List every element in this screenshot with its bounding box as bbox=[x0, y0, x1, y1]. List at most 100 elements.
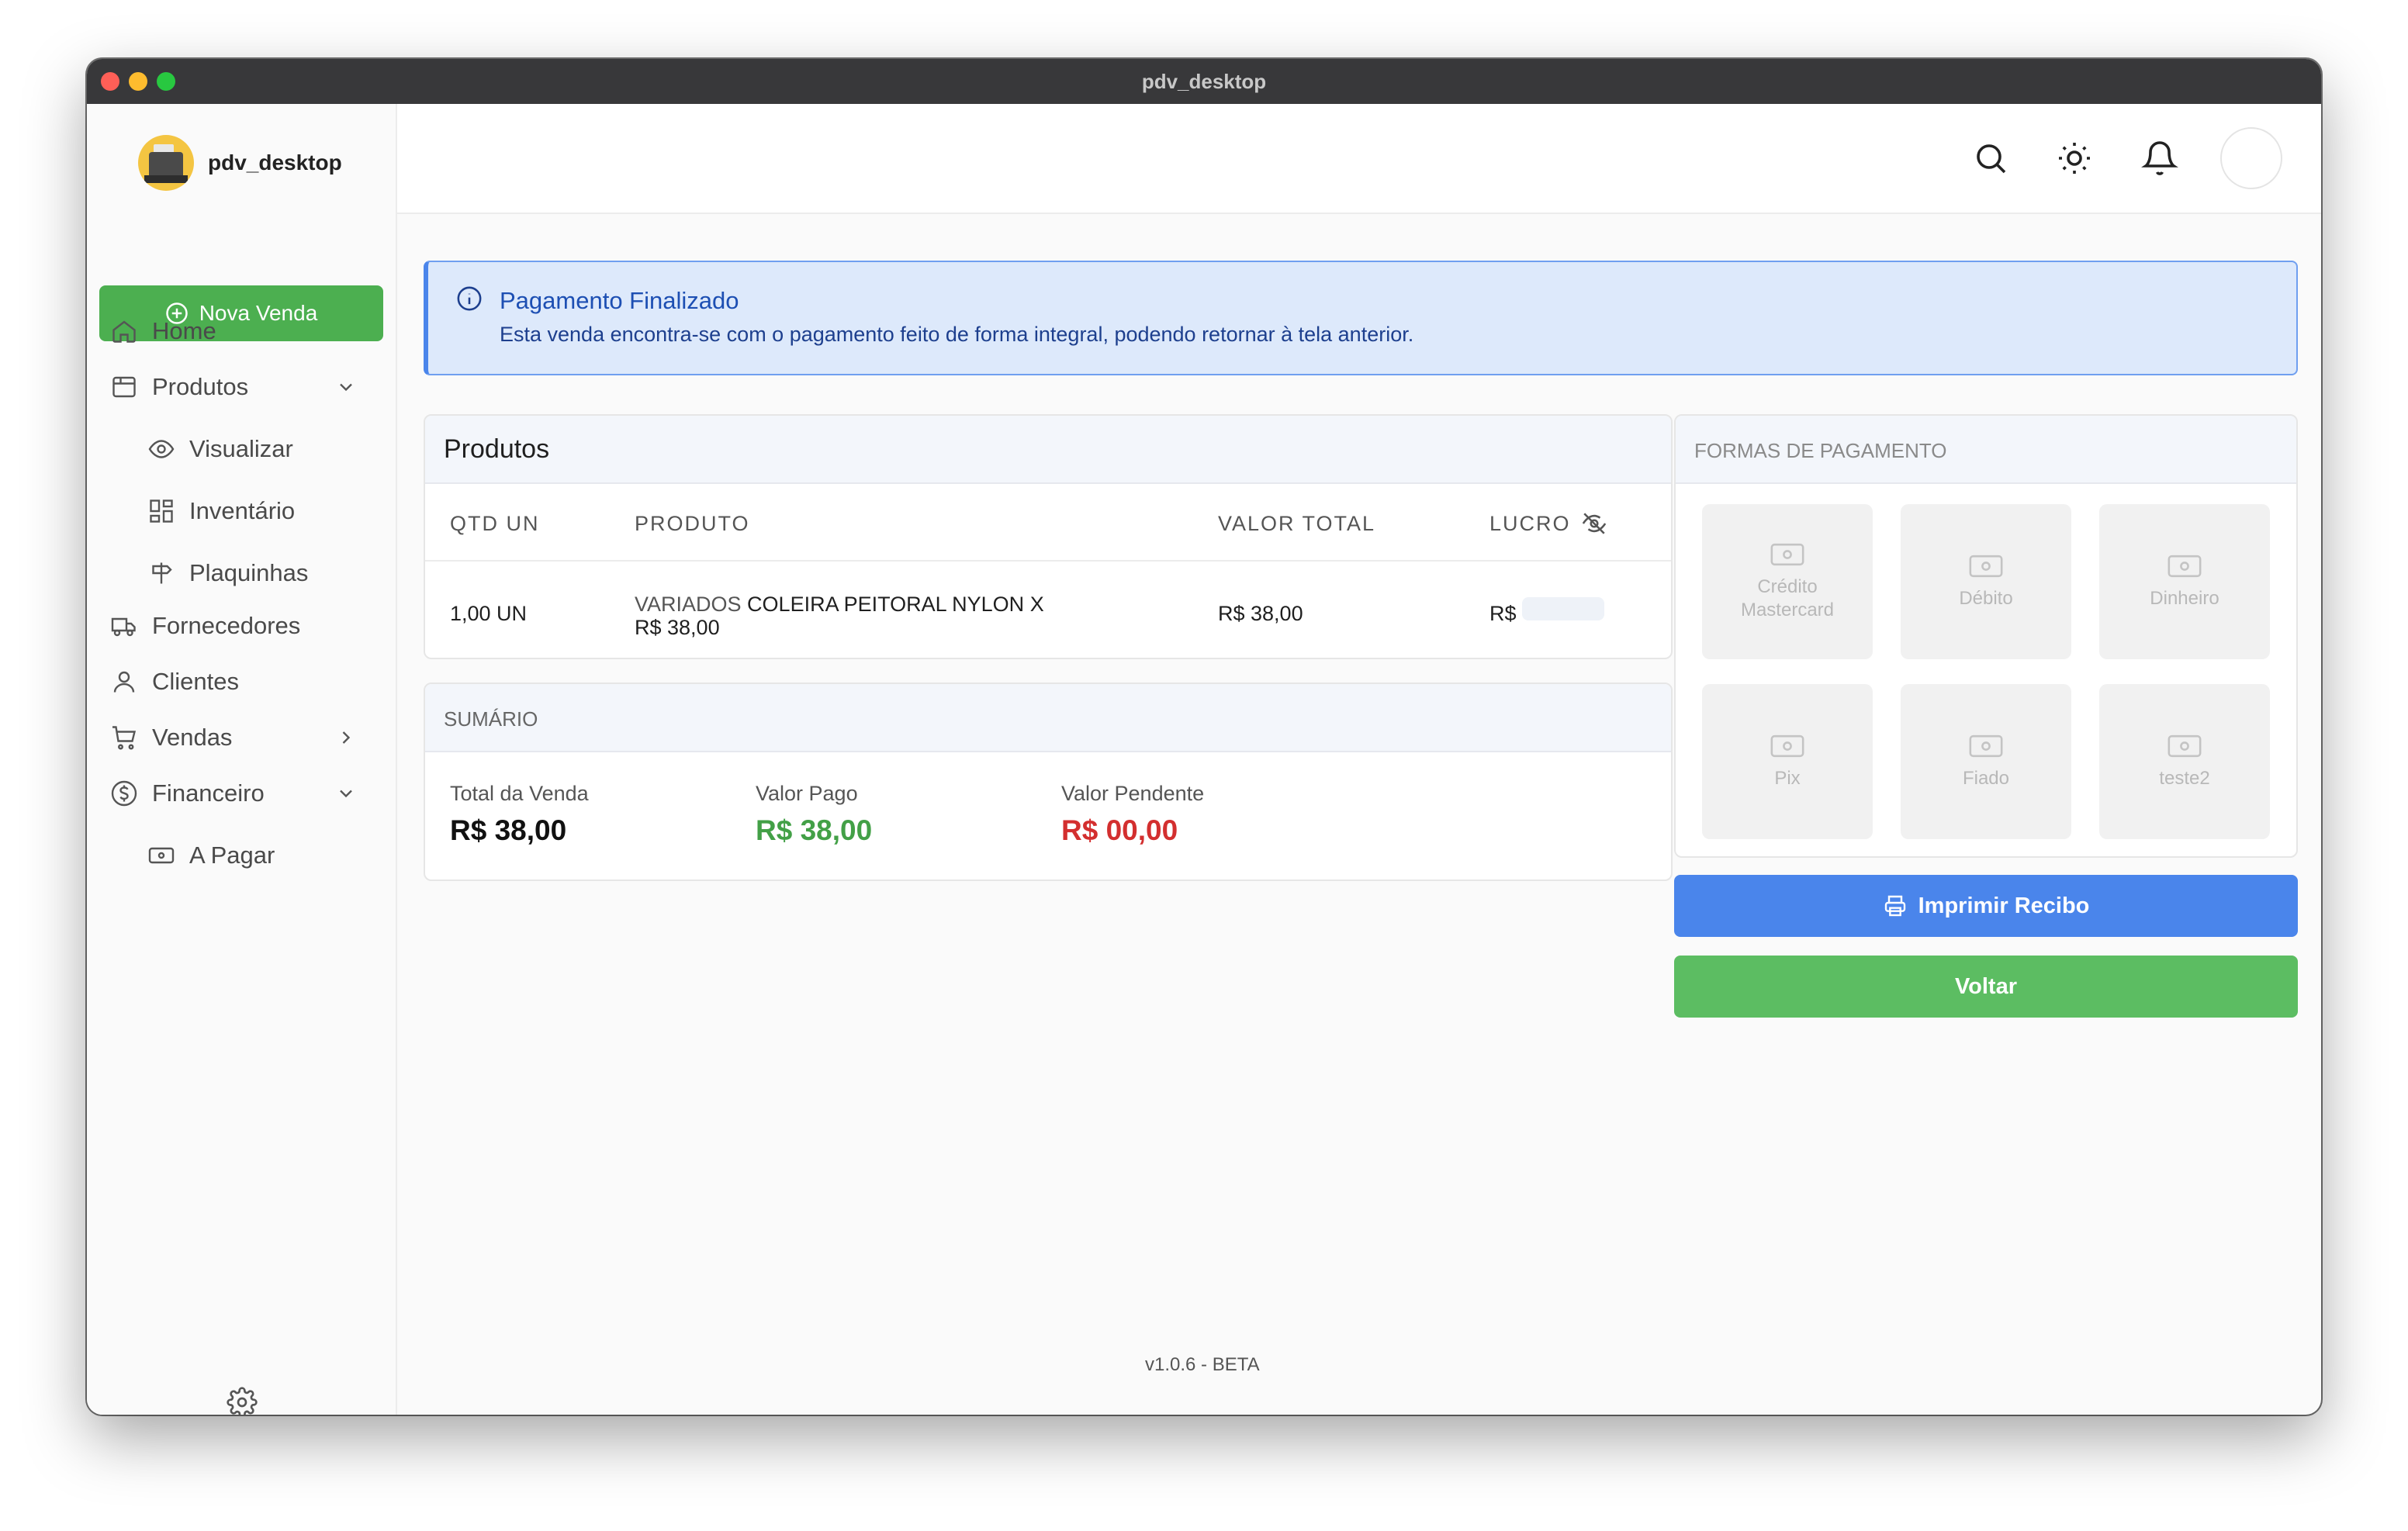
payment-method-label: teste2 bbox=[2159, 768, 2210, 789]
search-icon[interactable] bbox=[1972, 140, 2009, 177]
summary-title: SUMÁRIO bbox=[444, 707, 538, 731]
pending-label: Valor Pendente bbox=[1061, 782, 1205, 805]
column-header-qty: QTD UN bbox=[450, 512, 540, 535]
sidebar-item-label: Inventário bbox=[189, 497, 296, 524]
sidebar-item-label: Financeiro bbox=[152, 779, 265, 807]
window-title: pdv_desktop bbox=[1141, 69, 1267, 93]
hidden-profit-pill bbox=[1522, 597, 1604, 620]
total-value: R$ 38,00 bbox=[450, 814, 567, 846]
sidebar-item-label: Produtos bbox=[152, 373, 249, 400]
sidebar-item-label: Clientes bbox=[152, 668, 239, 695]
top-bar bbox=[397, 104, 2321, 214]
banknote-icon bbox=[1770, 543, 1804, 566]
chevron-down-icon[interactable] bbox=[335, 376, 357, 398]
home-icon bbox=[112, 320, 136, 343]
pending-value: R$ 00,00 bbox=[1061, 814, 1178, 846]
payment-method-label: Fiado bbox=[1962, 768, 2010, 789]
cart-icon bbox=[112, 726, 137, 750]
alert-message: Esta venda encontra-se com o pagamento f… bbox=[500, 323, 1414, 346]
row-profit-prefix: R$ bbox=[1489, 602, 1517, 625]
payment-method-debit[interactable]: Débito bbox=[1901, 504, 2071, 659]
payment-methods-card: FORMAS DE PAGAMENTO Crédito Mastercard D… bbox=[1674, 414, 2298, 858]
user-icon bbox=[113, 671, 135, 693]
new-sale-label: Nova Venda bbox=[199, 301, 318, 325]
row-product: VARIADOS COLEIRA PEITORAL NYLON X R$ 38,… bbox=[635, 593, 1069, 639]
column-header-product: PRODUTO bbox=[635, 512, 750, 535]
cash-register-logo-icon bbox=[138, 135, 194, 191]
banknote-icon bbox=[2168, 734, 2202, 758]
payment-method-label: Crédito Mastercard bbox=[1740, 576, 1835, 620]
row-qty: 1,00 UN bbox=[450, 602, 528, 625]
minimize-window-button[interactable] bbox=[129, 72, 147, 91]
summary-card: SUMÁRIO Total da Venda R$ 38,00 Valor Pa… bbox=[424, 683, 1673, 881]
payment-method-label: Débito bbox=[1959, 588, 2013, 609]
products-card: Produtos QTD UN PRODUTO VALOR TOTAL LUCR… bbox=[424, 414, 1673, 659]
sidebar-item-label: Home bbox=[152, 317, 216, 344]
package-icon bbox=[112, 376, 136, 398]
brand[interactable]: pdv_desktop bbox=[138, 135, 342, 191]
truck-icon bbox=[111, 617, 136, 637]
column-header-total: VALOR TOTAL bbox=[1218, 512, 1376, 535]
brand-name: pdv_desktop bbox=[208, 150, 342, 175]
banknote-icon bbox=[2168, 555, 2202, 578]
grid-icon bbox=[150, 499, 173, 523]
sidebar-item-label: A Pagar bbox=[189, 842, 275, 869]
eye-icon bbox=[148, 440, 175, 458]
total-label: Total da Venda bbox=[450, 782, 589, 805]
settings-gear-icon[interactable] bbox=[227, 1387, 258, 1415]
alert-title: Pagamento Finalizado bbox=[500, 287, 739, 314]
payment-method-pix[interactable]: Pix bbox=[1702, 684, 1873, 839]
banknote-icon bbox=[1770, 734, 1804, 758]
sidebar-item-fornecedores[interactable]: Fornecedores bbox=[110, 607, 300, 645]
paid-value: R$ 38,00 bbox=[756, 814, 873, 846]
row-product-name: COLEIRA PEITORAL NYLON bbox=[747, 593, 1025, 616]
paid-label: Valor Pago bbox=[756, 782, 858, 805]
payment-complete-alert: Pagamento Finalizado Esta venda encontra… bbox=[424, 261, 2298, 375]
row-product-category: VARIADOS bbox=[635, 593, 742, 616]
title-bar: pdv_desktop bbox=[87, 59, 2321, 104]
sidebar-item-vendas[interactable]: Vendas bbox=[110, 718, 232, 757]
back-label: Voltar bbox=[1954, 973, 2018, 999]
sidebar-item-label: Fornecedores bbox=[152, 612, 301, 639]
signpost-icon bbox=[152, 562, 172, 584]
printer-icon bbox=[1884, 895, 1905, 917]
sidebar: pdv_desktop Nova Venda Home Produtos Vis… bbox=[87, 104, 397, 1415]
sidebar-item-plaquinhas[interactable]: Plaquinhas bbox=[147, 554, 308, 593]
print-receipt-label: Imprimir Recibo bbox=[1918, 893, 2090, 918]
payment-method-cash[interactable]: Dinheiro bbox=[2099, 504, 2270, 659]
payment-method-label: Pix bbox=[1774, 768, 1801, 789]
sidebar-item-inventario[interactable]: Inventário bbox=[147, 492, 295, 530]
banknote-icon bbox=[1969, 734, 2003, 758]
payments-title: FORMAS DE PAGAMENTO bbox=[1694, 439, 1947, 462]
sidebar-item-home[interactable]: Home bbox=[110, 312, 216, 351]
banknote-icon bbox=[1969, 555, 2003, 578]
chevron-right-icon[interactable] bbox=[335, 727, 357, 748]
print-receipt-button[interactable]: Imprimir Recibo bbox=[1674, 875, 2298, 937]
payment-method-label: Dinheiro bbox=[2150, 588, 2219, 609]
banknote-icon bbox=[148, 847, 175, 864]
sidebar-item-label: Plaquinhas bbox=[189, 559, 309, 586]
close-window-button[interactable] bbox=[101, 72, 119, 91]
maximize-window-button[interactable] bbox=[157, 72, 175, 91]
sidebar-item-financeiro[interactable]: Financeiro bbox=[110, 774, 265, 813]
back-button[interactable]: Voltar bbox=[1674, 956, 2298, 1018]
sidebar-item-label: Visualizar bbox=[189, 435, 293, 462]
payment-method-teste2[interactable]: teste2 bbox=[2099, 684, 2270, 839]
avatar[interactable] bbox=[2220, 127, 2282, 189]
sidebar-item-clientes[interactable]: Clientes bbox=[110, 662, 239, 701]
dollar-circle-icon bbox=[111, 780, 137, 807]
eye-off-icon[interactable] bbox=[1581, 510, 1607, 537]
sidebar-item-label: Vendas bbox=[152, 724, 233, 751]
chevron-down-icon[interactable] bbox=[335, 783, 357, 804]
info-icon bbox=[457, 286, 482, 311]
sidebar-item-a-pagar[interactable]: A Pagar bbox=[147, 836, 275, 875]
payment-method-fiado[interactable]: Fiado bbox=[1901, 684, 2071, 839]
products-title: Produtos bbox=[444, 434, 550, 464]
sidebar-item-produtos[interactable]: Produtos bbox=[110, 368, 248, 406]
bell-icon[interactable] bbox=[2141, 140, 2178, 177]
sun-theme-icon[interactable] bbox=[2056, 140, 2093, 177]
payment-method-credit[interactable]: Crédito Mastercard bbox=[1702, 504, 1873, 659]
row-total: R$ 38,00 bbox=[1218, 602, 1303, 625]
sidebar-item-visualizar[interactable]: Visualizar bbox=[147, 430, 293, 468]
column-header-profit: LUCRO bbox=[1489, 512, 1571, 535]
